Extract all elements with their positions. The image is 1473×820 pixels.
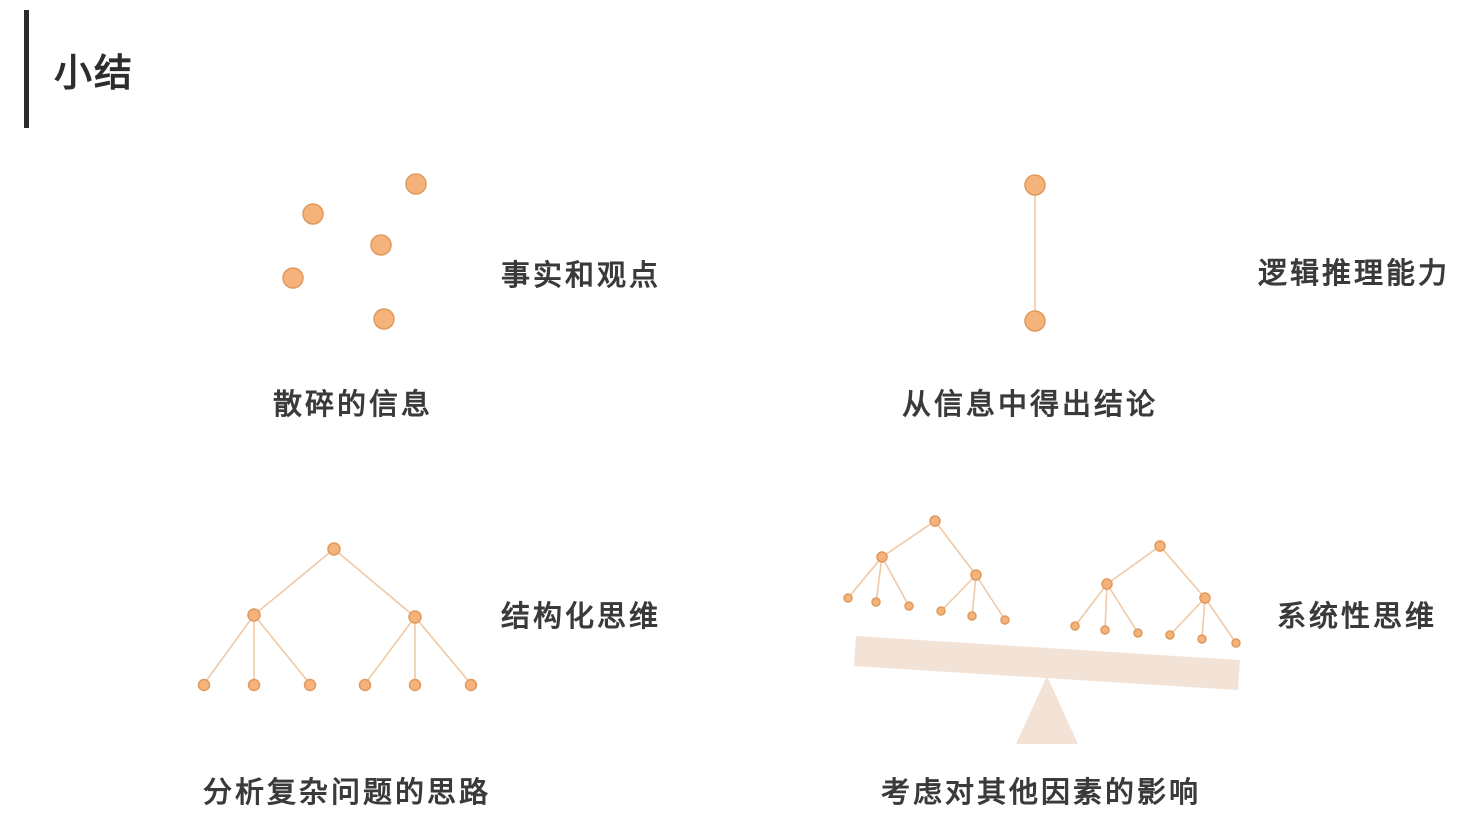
- diagram-node: [1100, 625, 1110, 635]
- diagram-node: [936, 606, 946, 616]
- diagram-node: [1197, 634, 1207, 644]
- diagram-connector: [253, 548, 335, 616]
- tree-leaf-node: [358, 678, 372, 692]
- diagram-node: [929, 515, 941, 527]
- scatter-dot: [282, 267, 304, 289]
- diagram-connector: [364, 616, 416, 685]
- diagram-connector: [881, 520, 936, 558]
- tree-root-node: [327, 542, 341, 556]
- tree-leaf-node: [197, 678, 211, 692]
- balance-scale-illustration: [843, 515, 1241, 744]
- structured-side-label: 结构化思维: [501, 599, 662, 633]
- structure-tree-illustration: [197, 542, 478, 692]
- tree-branch-node: [247, 608, 261, 622]
- diagram-node: [1154, 540, 1166, 552]
- diagram-node: [1070, 621, 1080, 631]
- diagram-connector: [1159, 545, 1206, 599]
- diagram-connector: [253, 614, 311, 685]
- diagram-connector: [203, 614, 255, 685]
- scale-fulcrum: [1016, 676, 1078, 744]
- scatter-dot: [405, 173, 427, 195]
- diagram-node: [1231, 638, 1241, 648]
- logic-node-bottom: [1024, 310, 1046, 332]
- logic-side-label: 逻辑推理能力: [1258, 256, 1451, 290]
- diagram-connector: [1074, 583, 1108, 627]
- diagram-connector: [1169, 597, 1206, 636]
- diagram-connector: [971, 574, 977, 617]
- diagram-node: [876, 551, 888, 563]
- tree-leaf-node: [247, 678, 261, 692]
- diagram-node: [970, 569, 982, 581]
- diagram-connector: [1106, 545, 1161, 585]
- diagram-node: [1101, 578, 1113, 590]
- diagram-node: [871, 597, 881, 607]
- diagram-connector: [881, 556, 910, 607]
- diagram-connector: [975, 574, 1006, 621]
- systemic-caption: 考虑对其他因素的影响: [881, 775, 1202, 809]
- diagram-node: [843, 593, 853, 603]
- scatter-dot: [302, 203, 324, 225]
- diagram-connector: [1201, 597, 1206, 640]
- scattered-side-label: 事实和观点: [501, 258, 662, 292]
- tree-leaf-node: [408, 678, 422, 692]
- systemic-side-label: 系统性思维: [1277, 599, 1438, 633]
- diagram-connector: [934, 520, 977, 576]
- diagram-connector: [1104, 583, 1108, 631]
- diagram-node: [1199, 592, 1211, 604]
- scatter-dot: [373, 308, 395, 330]
- logic-link-illustration: [1024, 174, 1046, 332]
- scattered-dots-illustration: [282, 173, 427, 330]
- diagram-node: [1165, 630, 1175, 640]
- diagram-connector: [414, 616, 472, 685]
- diagram-canvas: [197, 173, 1241, 744]
- diagram-node: [1133, 628, 1143, 638]
- diagram-connector: [940, 574, 977, 612]
- scattered-caption: 散碎的信息: [273, 387, 434, 421]
- tree-leaf-node: [464, 678, 478, 692]
- scatter-dot: [370, 234, 392, 256]
- tree-branch-node: [408, 610, 422, 624]
- diagram-node: [1000, 615, 1010, 625]
- logic-node-top: [1024, 174, 1046, 196]
- diagram-connector: [333, 548, 416, 618]
- diagram-node: [967, 611, 977, 621]
- diagram-connector: [1106, 583, 1139, 634]
- diagram-connector: [1204, 597, 1237, 644]
- logic-caption: 从信息中得出结论: [902, 387, 1159, 421]
- structured-caption: 分析复杂问题的思路: [203, 775, 492, 809]
- tree-leaf-node: [303, 678, 317, 692]
- diagram-node: [904, 601, 914, 611]
